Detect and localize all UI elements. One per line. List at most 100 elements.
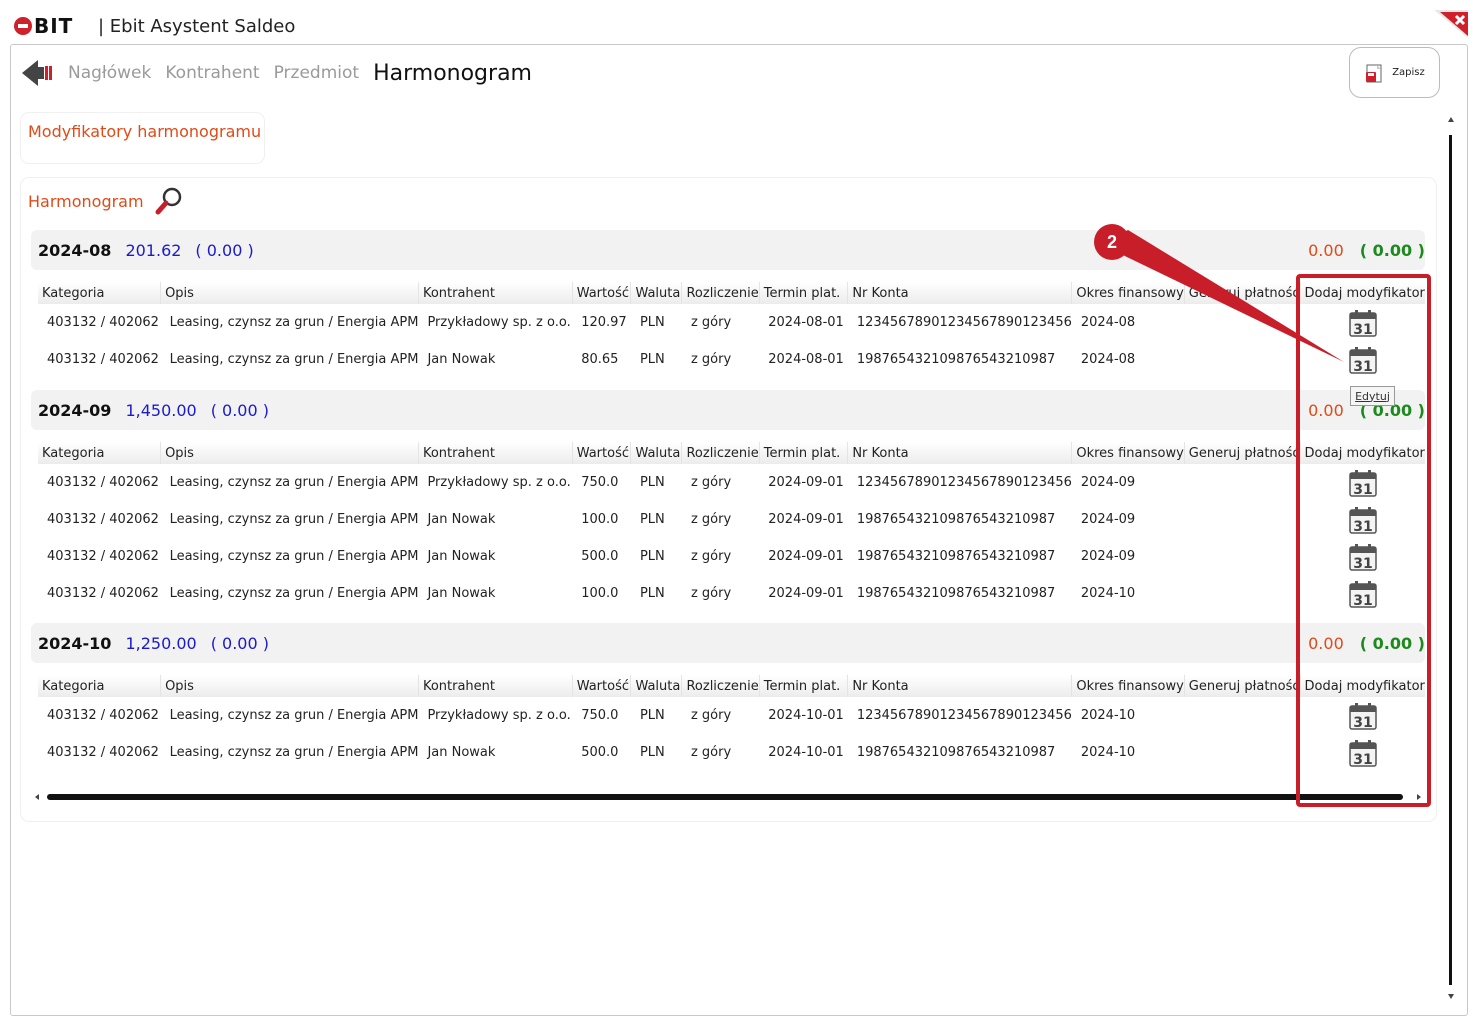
column-header[interactable]: Wartość (571, 442, 631, 464)
column-header[interactable]: Opis (160, 442, 419, 464)
table-cell: Jan Nowak (427, 512, 496, 527)
generate-payment-cell (1184, 575, 1300, 612)
table-header-row: Kategoria Opis Kontrahent Wartość Waluta Rozl… (38, 442, 1425, 464)
tab-naglowek[interactable]: Nagłówek (68, 63, 151, 83)
period-summary-bar: 2024-10 1,250.00( 0.00 ) 0.00( 0.00 ) (31, 623, 1425, 663)
table-cell: 12345678901234567890123456 (856, 708, 1072, 723)
period-sum: 201.62 (125, 240, 182, 260)
column-header[interactable]: Okres finansowy (1071, 675, 1185, 697)
app-title: | Ebit Asystent Saldeo (98, 16, 296, 37)
column-header[interactable]: Nr Konta (847, 675, 1072, 697)
generate-payment-cell (1184, 464, 1300, 501)
period-paid: ( 0.00 ) (210, 633, 269, 653)
table-row[interactable]: 403132 / 402062 Leasing, czynsz za grun /… (38, 734, 1425, 771)
table-cell: z góry (690, 315, 732, 330)
tooltip-edytuj: Edytuj (1350, 386, 1395, 406)
column-header[interactable]: Kontrahent (417, 282, 573, 304)
table-cell: 19876543210987654321098​7 (856, 352, 1056, 367)
period-label: 2024-08 (38, 240, 112, 260)
tab-harmonogram[interactable]: Harmonogram (373, 61, 532, 86)
annotation-arrow: 2 (1094, 224, 1344, 362)
table-cell: 403132 / 402062 (47, 512, 159, 527)
table-cell: 500.0 (581, 549, 619, 564)
table-cell: 2024-09-01 (768, 586, 844, 601)
table-cell: 2024-09 (1080, 512, 1136, 527)
table-cell: Leasing, czynsz za grun / Energia APM (169, 549, 419, 564)
table-cell: z góry (690, 586, 732, 601)
back-arrow-icon[interactable] (20, 58, 54, 88)
column-header[interactable]: Termin plat. (758, 282, 848, 304)
table-cell: 100.0 (581, 586, 619, 601)
column-header[interactable]: Kategoria (38, 675, 161, 697)
tab-przedmiot[interactable]: Przedmiot (274, 63, 359, 83)
table-cell: 100.0 (581, 512, 619, 527)
table-cell: 403132 / 402062 (47, 708, 159, 723)
table-cell: Leasing, czynsz za grun / Energia APM (169, 352, 419, 367)
column-header[interactable]: Kategoria (38, 442, 161, 464)
table-cell: Jan Nowak (427, 549, 496, 564)
save-button[interactable]: Zapisz (1349, 47, 1440, 98)
column-header[interactable]: Nr Konta (847, 442, 1072, 464)
column-header[interactable]: Termin plat. (758, 442, 848, 464)
table-cell: 19876543210987654321098​7 (856, 512, 1056, 527)
column-header[interactable]: Waluta (630, 442, 682, 464)
table-cell: Leasing, czynsz za grun / Energia APM (169, 315, 419, 330)
table-cell: 2024-09 (1080, 475, 1136, 490)
vertical-scrollbar[interactable] (1445, 115, 1457, 1001)
right-paid: ( 0.00 ) (1359, 240, 1425, 260)
table-row[interactable]: 403132 / 402062 Leasing, czynsz za grun /… (38, 697, 1425, 734)
schedule-table: Kategoria Opis Kontrahent Wartość Waluta Rozl… (38, 442, 1425, 612)
generate-payment-cell (1184, 538, 1300, 575)
table-cell: z góry (690, 549, 732, 564)
search-icon[interactable] (154, 186, 184, 216)
modifiers-title[interactable]: Modyfikatory harmonogramu (28, 122, 261, 141)
table-cell: 19876543210987654321098​7 (856, 745, 1056, 760)
table-cell: 403132 / 402062 (47, 745, 159, 760)
table-row[interactable]: 403132 / 402062 Leasing, czynsz za grun /… (38, 464, 1425, 501)
table-cell: 500.0 (581, 745, 619, 760)
column-header[interactable]: Kontrahent (417, 675, 573, 697)
close-icon[interactable] (1434, 10, 1468, 38)
tab-kontrahent[interactable]: Kontrahent (165, 63, 259, 83)
column-header[interactable]: Generuj płatność (1183, 442, 1301, 464)
table-cell: 403132 / 402062 (47, 315, 159, 330)
table-cell: 2024-09-01 (768, 475, 844, 490)
table-cell: PLN (639, 315, 665, 330)
table-cell: Jan Nowak (427, 586, 496, 601)
column-header[interactable]: Rozliczenie (681, 282, 760, 304)
column-header[interactable]: Opis (160, 675, 419, 697)
harmonogram-header: Harmonogram (28, 186, 184, 216)
title-bar: BIT | Ebit Asystent Saldeo (0, 0, 1478, 44)
table-row[interactable]: 403132 / 402062 Leasing, czynsz za grun /… (38, 501, 1425, 538)
period-paid: ( 0.00 ) (195, 240, 254, 260)
column-header[interactable]: Kategoria (38, 282, 161, 304)
table-cell: 403132 / 402062 (47, 475, 159, 490)
column-header[interactable]: Generuj płatność (1183, 675, 1301, 697)
column-header[interactable]: Rozliczenie (681, 442, 760, 464)
column-header[interactable]: Waluta (630, 282, 682, 304)
column-header[interactable]: Waluta (630, 675, 682, 697)
column-header[interactable]: Okres finansowy (1071, 442, 1185, 464)
column-header[interactable]: Wartość (571, 282, 631, 304)
table-cell: PLN (639, 352, 665, 367)
table-cell: 750.0 (581, 708, 619, 723)
logo-e-icon (14, 17, 32, 35)
generate-payment-cell (1184, 501, 1300, 538)
period-sum: 1,450.00 (125, 400, 197, 420)
table-cell: Leasing, czynsz za grun / Energia APM (169, 708, 419, 723)
column-header[interactable]: Termin plat. (758, 675, 848, 697)
table-row[interactable]: 403132 / 402062 Leasing, czynsz za grun /… (38, 575, 1425, 612)
column-header[interactable]: Opis (160, 282, 419, 304)
table-row[interactable]: 403132 / 402062 Leasing, czynsz za grun /… (38, 538, 1425, 575)
table-cell: Przykładowy sp. z o.o. (427, 315, 571, 330)
horizontal-scrollbar[interactable] (33, 791, 1423, 803)
breadcrumb-nav: Nagłówek Kontrahent Przedmiot Harmonogra… (20, 58, 546, 88)
column-header[interactable]: Wartość (571, 675, 631, 697)
column-header[interactable]: Kontrahent (417, 442, 573, 464)
period-paid: ( 0.00 ) (210, 400, 269, 420)
period-label: 2024-09 (38, 400, 112, 420)
column-header[interactable]: Rozliczenie (681, 675, 760, 697)
column-header[interactable]: Nr Konta (847, 282, 1072, 304)
table-cell: 2024-10-01 (768, 708, 844, 723)
table-cell: 2024-10-01 (768, 745, 844, 760)
